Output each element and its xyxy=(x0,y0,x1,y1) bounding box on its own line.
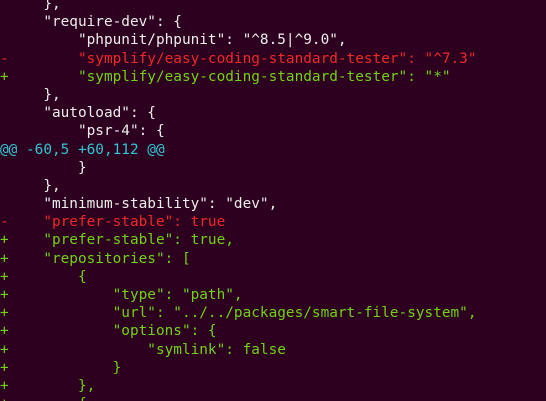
diff-line-removed: - "prefer-stable": true xyxy=(0,214,226,231)
diff-line-added: + "type": "path", xyxy=(0,287,243,303)
terminal-window[interactable]: }, "require-dev": { "phpunit/phpunit": "… xyxy=(0,0,546,401)
diff-line-added: + }, xyxy=(0,377,96,394)
diff-line-context: "minimum-stability": "dev", xyxy=(0,196,278,213)
diff-line-added: + "url": "../../packages/smart-file-syst… xyxy=(0,305,477,322)
diff-line-added: + "repositories": [ xyxy=(0,250,191,267)
diff-line-context: }, xyxy=(0,177,61,194)
diff-line-added: + { xyxy=(0,268,87,285)
diff-line-added: + "options": { xyxy=(0,323,217,340)
diff-line-context: "phpunit/phpunit": "^8.5|^9.0", xyxy=(0,32,347,49)
diff-line-context: } xyxy=(0,159,87,176)
diff-line-added: + "symlink": false xyxy=(0,341,286,358)
diff-line-added: + { xyxy=(0,395,546,401)
diff-hunk-header: @@ -60,5 +60,112 @@ xyxy=(0,141,165,158)
diff-line-context: "psr-4": { xyxy=(0,123,165,140)
diff-line-context: "require-dev": { xyxy=(0,14,182,31)
diff-line-added: + } xyxy=(0,359,122,376)
diff-line-added: + "prefer-stable": true, xyxy=(0,232,234,249)
diff-line-context: }, xyxy=(0,86,61,103)
diff-line-removed: - "symplify/easy-coding-standard-tester"… xyxy=(0,50,477,67)
diff-line-added: + "symplify/easy-coding-standard-tester"… xyxy=(0,68,451,85)
diff-line-context: }, xyxy=(0,0,61,12)
diff-line-context: "autoload": { xyxy=(0,105,156,122)
